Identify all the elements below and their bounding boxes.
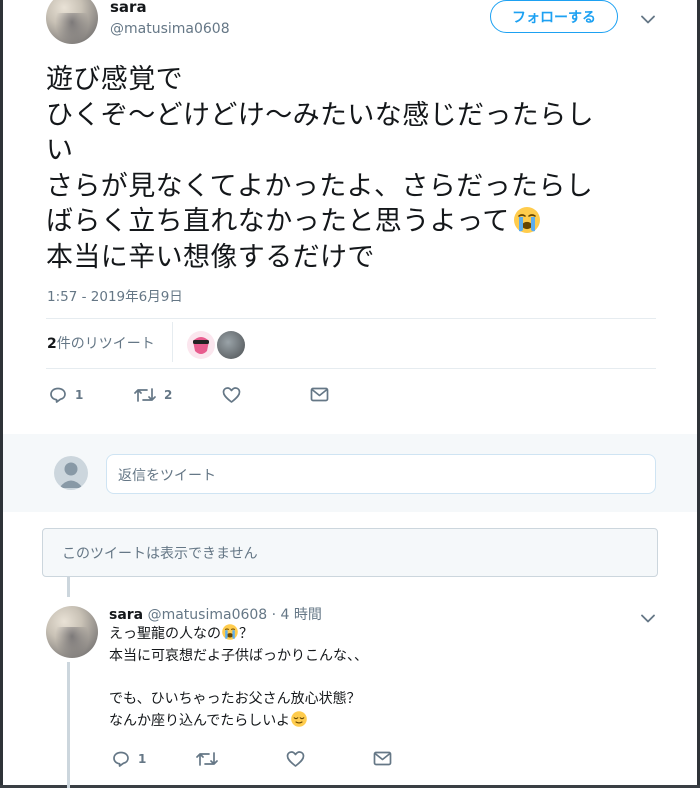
reply-line: 本当に可哀想だよ子供ばっかりこんな、、 bbox=[109, 647, 368, 664]
tweet-line: さらが見なくてよかったよ、さらだったらし bbox=[46, 170, 594, 202]
divider bbox=[172, 322, 173, 362]
reply-line: ？ bbox=[239, 626, 253, 642]
reply-line bbox=[109, 667, 629, 689]
chevron-down-icon[interactable] bbox=[639, 609, 657, 627]
retweet-icon bbox=[134, 388, 156, 402]
window-frame-left bbox=[0, 0, 3, 788]
reply-action[interactable]: 1 bbox=[49, 386, 83, 404]
reply-icon bbox=[50, 387, 66, 403]
message-action[interactable] bbox=[373, 751, 392, 766]
retweet-number: 2 bbox=[47, 336, 57, 352]
reply-author-avatar[interactable] bbox=[46, 606, 98, 658]
retweeter-avatar[interactable] bbox=[187, 331, 215, 359]
retweet-label: 件のリツイート bbox=[56, 336, 155, 352]
reply-tweet-text: えっ聖龍の人なの ？ 本当に可哀想だよ子供ばっかりこんな、、 でも、ひいちゃった… bbox=[109, 623, 629, 733]
tweet-line: い bbox=[46, 135, 74, 166]
divider bbox=[46, 368, 656, 369]
reply-line-with-emoji: なんか座り込んでたらしいよ bbox=[109, 710, 629, 733]
tweet-line: ひくぞ～どけどけ～みたいな感じだったらし bbox=[46, 99, 594, 131]
chevron-down-icon[interactable] bbox=[639, 10, 657, 28]
loudly-crying-face-icon bbox=[513, 207, 540, 233]
envelope-icon bbox=[373, 751, 392, 766]
reply-author-line[interactable]: sara @matusima0608 · 4 時間 bbox=[109, 604, 322, 624]
tweet-text: 遊び感覚で ひくぞ～どけどけ～みたいな感じだったらし い さらが見なくてよかった… bbox=[46, 62, 666, 275]
thread-connector bbox=[67, 662, 70, 788]
user-avatar bbox=[54, 456, 88, 490]
retweet-icon bbox=[196, 752, 218, 766]
retweeter-avatar[interactable] bbox=[217, 331, 245, 359]
author-handle[interactable]: @matusima0608 bbox=[110, 21, 230, 37]
follow-button[interactable]: フォローする bbox=[490, 0, 618, 33]
reply-count: 1 bbox=[138, 752, 147, 766]
heart-icon bbox=[286, 751, 305, 767]
tweet-line: 本当に辛い想像するだけで bbox=[46, 241, 375, 273]
tweet-line: 遊び感覚で bbox=[46, 64, 183, 95]
reply-time[interactable]: · 4 時間 bbox=[272, 607, 322, 623]
envelope-icon bbox=[310, 387, 329, 402]
tweet-line: ばらく立ち直れなかったと思うよって bbox=[46, 206, 510, 237]
heart-icon bbox=[222, 387, 241, 403]
reply-line-with-emoji: えっ聖龍の人なの ？ bbox=[109, 623, 629, 646]
reply-input[interactable]: 返信をツイート bbox=[106, 454, 656, 494]
retweet-action[interactable] bbox=[196, 750, 218, 768]
retweet-stats[interactable]: 2件のリツイート bbox=[47, 333, 155, 353]
author-name[interactable]: sara bbox=[110, 0, 147, 16]
like-action[interactable] bbox=[286, 750, 305, 768]
thread-connector bbox=[67, 577, 70, 597]
reply-line: えっ聖龍の人なの bbox=[109, 626, 221, 642]
loudly-crying-face-icon bbox=[222, 624, 238, 640]
unavailable-tweet-notice: このツイートは表示できません bbox=[42, 528, 658, 577]
retweet-action[interactable]: 2 bbox=[134, 386, 172, 404]
divider bbox=[46, 318, 656, 319]
like-action[interactable] bbox=[222, 386, 241, 404]
reply-line: でも、ひいちゃったお父さん放心状態？ bbox=[109, 690, 361, 707]
reply-icon bbox=[113, 751, 129, 767]
retweet-count: 2 bbox=[164, 388, 173, 402]
relieved-face-icon bbox=[291, 711, 307, 727]
tweet-line-with-emoji: ばらく立ち直れなかったと思うよって bbox=[46, 204, 666, 240]
message-action[interactable] bbox=[310, 387, 329, 402]
reply-line: なんか座り込んでたらしいよ bbox=[109, 713, 291, 729]
tweet-timestamp[interactable]: 1:57 - 2019年6月9日 bbox=[47, 285, 183, 305]
reply-author-name[interactable]: sara bbox=[109, 607, 143, 623]
author-avatar[interactable] bbox=[46, 0, 98, 44]
reply-author-handle[interactable]: @matusima0608 bbox=[148, 607, 268, 623]
reply-count: 1 bbox=[75, 388, 84, 402]
reply-action[interactable]: 1 bbox=[112, 750, 146, 768]
